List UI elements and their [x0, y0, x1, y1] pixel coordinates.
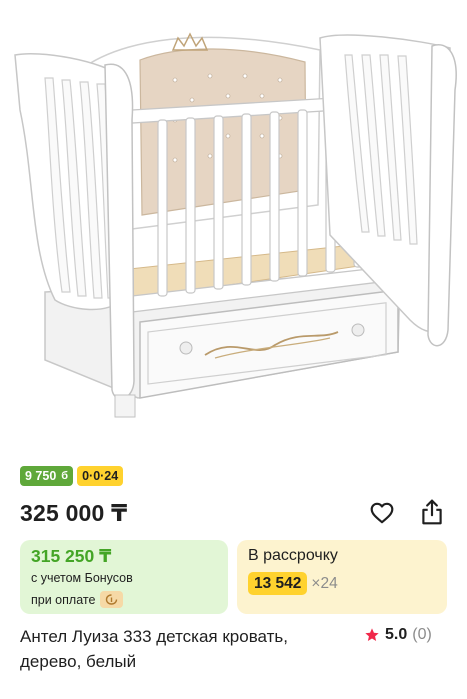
installment-multiplier: ×24 [311, 574, 338, 592]
installment-row: 13 542 ×24 [248, 572, 338, 595]
bonus-caption: с учетом Бонусов [31, 571, 133, 585]
bonus-price-card[interactable]: 315 250 ₸ с учетом Бонусов при оплате [20, 540, 228, 614]
product-image[interactable] [0, 0, 467, 450]
promo-badges: 9 750 б 0·0·24 [20, 466, 124, 486]
bonus-badge: 9 750 б [20, 466, 74, 486]
rating[interactable]: 5.0 (0) [364, 626, 432, 644]
share-icon[interactable] [419, 498, 445, 526]
payment-caption: при оплате [31, 592, 96, 607]
installment-card[interactable]: В рассрочку 13 542 ×24 [237, 540, 447, 614]
favorite-heart-icon[interactable] [369, 500, 395, 526]
bonus-icon: б [61, 470, 69, 482]
bonus-price: 315 250 ₸ [31, 546, 112, 566]
review-count: (0) [412, 626, 432, 643]
installment-badge: 0·0·24 [77, 466, 124, 486]
installment-title: В рассрочку [248, 547, 338, 564]
price-row: 325 000 ₸ [20, 498, 447, 528]
bonus-badge-value: 9 750 [25, 469, 57, 483]
card-icon [100, 591, 124, 608]
payment-caption-row: при оплате [31, 591, 124, 608]
star-icon [365, 628, 379, 641]
rating-value: 5.0 [385, 626, 408, 643]
installment-amount: 13 542 [248, 572, 308, 595]
product-title[interactable]: Антел Луиза 333 детская кровать, дерево,… [20, 624, 350, 674]
